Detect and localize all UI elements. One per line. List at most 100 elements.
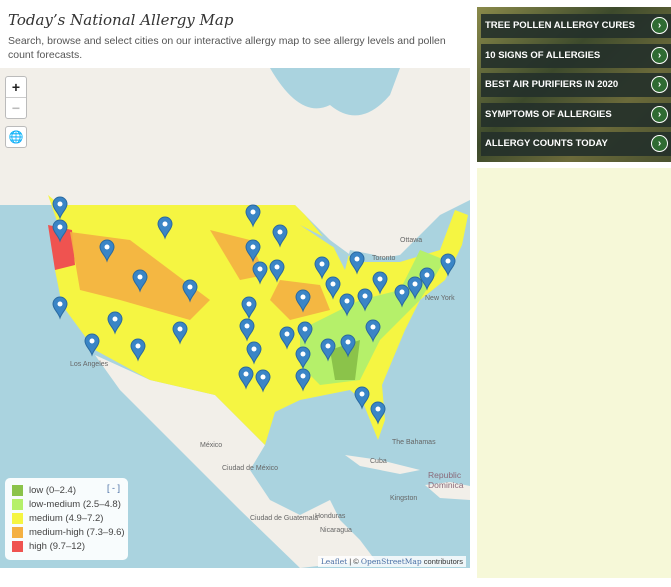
legend-swatch: [12, 541, 23, 552]
label-nicaragua: Nicaragua: [320, 527, 352, 534]
label-ottawa: Ottawa: [400, 237, 422, 244]
marker-dot: [135, 343, 141, 349]
marker-dot: [362, 293, 368, 299]
osm-link[interactable]: OpenStreetMap: [361, 557, 422, 566]
legend-item: high (9.7–12): [12, 541, 85, 552]
legend-swatch: [12, 513, 23, 524]
marker-dot: [445, 258, 451, 264]
marker-dot: [277, 229, 283, 235]
marker-dot: [246, 301, 252, 307]
label-guatemala: Ciudad de Guatemala: [250, 515, 318, 522]
marker-dot: [250, 209, 256, 215]
legend-label: low (0–2.4): [29, 485, 76, 496]
chevron-right-icon: ›: [651, 17, 668, 34]
marker-dot: [57, 201, 63, 207]
zoom-out-button[interactable]: −: [6, 97, 26, 118]
legend-item: low (0–2.4): [12, 485, 76, 496]
sidebar-link-label: 10 SIGNS OF ALLERGIES: [485, 49, 601, 61]
legend-swatch: [12, 499, 23, 510]
marker-dot: [244, 323, 250, 329]
legend-label: medium (4.9–7.2): [29, 513, 104, 524]
marker-dot: [412, 281, 418, 287]
marker-dot: [345, 339, 351, 345]
marker-dot: [344, 298, 350, 304]
sidebar-links: TREE POLLEN ALLERGY CURES › 10 SIGNS OF AL…: [477, 7, 671, 162]
marker-dot: [302, 326, 308, 332]
legend-label: low-medium (2.5–4.8): [29, 499, 121, 510]
allergy-map[interactable]: Ottawa Toronto New York Los Angeles Méxi…: [0, 68, 470, 568]
marker-dot: [243, 371, 249, 377]
map-legend: [ - ] low (0–2.4) low-medium (2.5–4.8) med…: [5, 478, 128, 560]
marker-dot: [354, 256, 360, 262]
marker-dot: [399, 289, 405, 295]
marker-dot: [300, 294, 306, 300]
chevron-right-icon: ›: [651, 46, 668, 64]
sidebar-link[interactable]: TREE POLLEN ALLERGY CURES ›: [481, 14, 671, 38]
label-los-angeles: Los Angeles: [70, 361, 109, 368]
label-kingston: Kingston: [390, 495, 417, 502]
page-description: Search, browse and select cities on our …: [8, 35, 446, 61]
chevron-right-icon: ›: [651, 105, 668, 123]
zoom-in-button[interactable]: +: [6, 77, 26, 97]
legend-item: low-medium (2.5–4.8): [12, 499, 121, 510]
marker-dot: [284, 331, 290, 337]
legend-item: medium-high (7.3–9.6): [12, 527, 125, 538]
marker-dot: [260, 374, 266, 380]
marker-dot: [162, 221, 168, 227]
marker-dot: [177, 326, 183, 332]
marker-dot: [250, 244, 256, 250]
marker-dot: [300, 351, 306, 357]
label-new-york: New York: [425, 295, 455, 302]
label-honduras: Honduras: [315, 513, 346, 520]
marker-dot: [330, 281, 336, 287]
zoom-control: + −: [5, 76, 27, 119]
marker-dot: [104, 244, 110, 250]
marker-dot: [300, 373, 306, 379]
sidebar-link[interactable]: BEST AIR PURIFIERS IN 2020 ›: [481, 73, 671, 97]
label-bahamas: The Bahamas: [392, 439, 436, 446]
marker-dot: [325, 343, 331, 349]
marker-dot: [187, 284, 193, 290]
marker-dot: [377, 276, 383, 282]
map-attribution: Leaflet | © OpenStreetMap contributors: [317, 556, 466, 567]
marker-dot: [319, 261, 325, 267]
marker-dot: [424, 272, 430, 278]
legend-label: medium-high (7.3–9.6): [29, 527, 125, 538]
label-cuba: Cuba: [370, 458, 387, 465]
header: Today’s National Allergy Map Search, bro…: [0, 0, 470, 68]
marker-dot: [375, 406, 381, 412]
attribution-suffix: contributors: [421, 557, 463, 566]
marker-dot: [370, 324, 376, 330]
marker-dot: [137, 274, 143, 280]
label-mexico: México: [200, 442, 222, 449]
sidebar-link-label: SYMPTOMS OF ALLERGIES: [485, 108, 612, 120]
locate-button[interactable]: 🌐: [5, 126, 27, 148]
chevron-right-icon: ›: [651, 135, 668, 152]
city-marker-icon[interactable]: [52, 296, 68, 320]
legend-item: medium (4.9–7.2): [12, 513, 103, 524]
label-toronto: Toronto: [372, 255, 395, 262]
globe-icon: 🌐: [8, 130, 24, 144]
marker-dot: [57, 224, 63, 230]
legend-collapse-button[interactable]: [ - ]: [107, 483, 120, 493]
sidebar-link[interactable]: SYMPTOMS OF ALLERGIES ›: [481, 102, 671, 127]
marker-dot: [112, 316, 118, 322]
legend-swatch: [12, 485, 23, 496]
sidebar-link-label: TREE POLLEN ALLERGY CURES: [485, 20, 635, 31]
leaflet-link[interactable]: Leaflet: [321, 557, 347, 566]
sidebar-link-label: ALLERGY COUNTS TODAY: [485, 138, 608, 149]
legend-swatch: [12, 527, 23, 538]
marker-dot: [257, 266, 263, 272]
sidebar-link[interactable]: 10 SIGNS OF ALLERGIES ›: [481, 43, 671, 68]
page-title: Today’s National Allergy Map: [8, 11, 234, 29]
sidebar-link-label: BEST AIR PURIFIERS IN 2020: [485, 79, 619, 90]
city-marker-icon[interactable]: [84, 333, 100, 357]
legend-label: high (9.7–12): [29, 541, 85, 552]
sidebar-ad-area: [477, 168, 671, 578]
label-mexico-city: Ciudad de México: [222, 465, 278, 472]
chevron-right-icon: ›: [651, 76, 668, 93]
marker-dot: [89, 338, 95, 344]
marker-dot: [251, 346, 257, 352]
sidebar-link[interactable]: ALLERGY COUNTS TODAY ›: [481, 132, 671, 156]
marker-dot: [57, 301, 63, 307]
